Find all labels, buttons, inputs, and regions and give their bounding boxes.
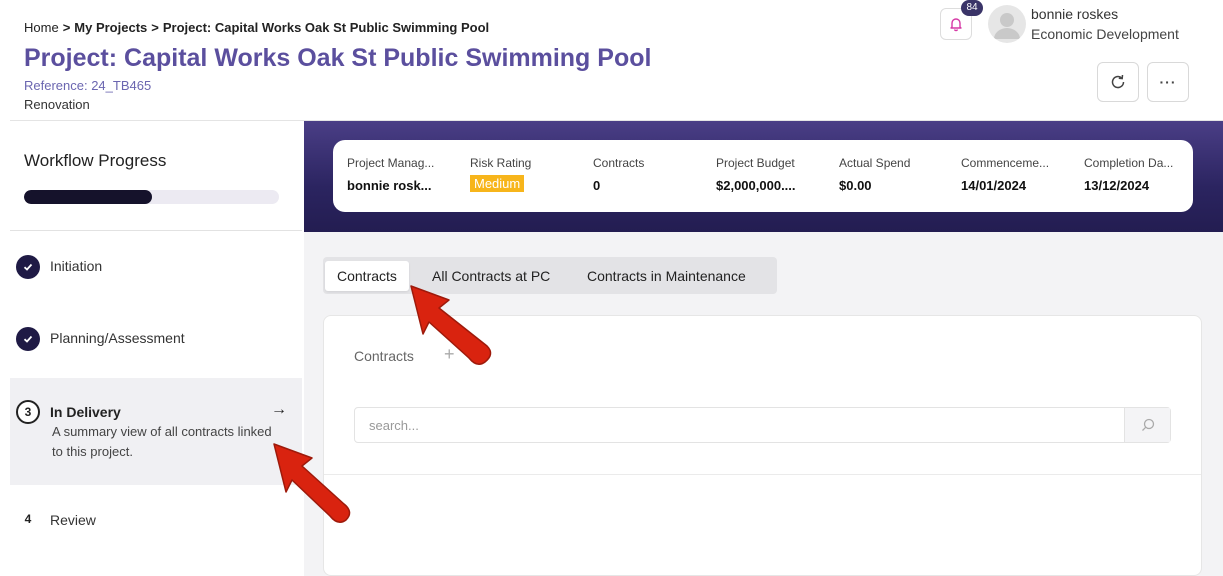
panel-divider <box>324 474 1201 475</box>
refresh-button[interactable] <box>1097 62 1139 102</box>
search-button[interactable] <box>1124 408 1170 442</box>
workflow-title: Workflow Progress <box>24 151 167 170</box>
project-type: Renovation <box>24 97 90 112</box>
workflow-progress-bar <box>24 190 279 204</box>
summary-risk-rating: Risk Rating Medium <box>470 156 582 192</box>
summary-actual-spend: Actual Spend $0.00 <box>839 156 951 193</box>
more-options-button[interactable]: ··· <box>1147 62 1189 102</box>
breadcrumb: Home > My Projects > Project: Capital Works … <box>24 20 489 35</box>
summary-label: Completion Da... <box>1084 156 1174 170</box>
summary-value: 0 <box>593 178 601 193</box>
summary-project-budget: Project Budget $2,000,000.... <box>716 156 828 193</box>
summary-value: bonnie rosk... <box>347 178 432 193</box>
step-number: 4 <box>16 507 40 531</box>
breadcrumb-my-projects[interactable]: My Projects <box>74 20 147 35</box>
summary-label: Actual Spend <box>839 156 911 170</box>
avatar[interactable] <box>988 5 1026 43</box>
step-number: 3 <box>16 400 40 424</box>
workflow-step-initiation[interactable]: Initiation <box>10 252 302 282</box>
step-label: Planning/Assessment <box>50 330 185 346</box>
summary-label: Project Budget <box>716 156 795 170</box>
search-icon <box>1141 418 1154 431</box>
project-summary-card: Project Manag... bonnie rosk... Risk Rat… <box>333 140 1193 212</box>
contracts-search <box>354 407 1171 443</box>
step-label: In Delivery <box>50 404 121 420</box>
check-icon <box>16 255 40 279</box>
add-contract-button[interactable]: + <box>444 344 455 365</box>
step-label: Initiation <box>50 258 103 274</box>
summary-contracts: Contracts 0 <box>593 156 705 193</box>
workflow-step-planning[interactable]: Planning/Assessment <box>10 324 302 354</box>
workflow-step-review[interactable]: 4 Review <box>10 506 302 534</box>
workflow-progress-fill <box>24 190 152 204</box>
check-icon <box>16 327 40 351</box>
more-horizontal-icon: ··· <box>1159 74 1177 90</box>
sidebar-divider <box>10 230 302 231</box>
notification-badge: 84 <box>961 0 983 16</box>
page-title: Project: Capital Works Oak St Public Swi… <box>24 44 652 72</box>
user-department: Economic Development <box>1031 26 1179 42</box>
summary-label: Commenceme... <box>961 156 1050 170</box>
summary-label: Contracts <box>593 156 645 170</box>
arrow-right-icon[interactable]: → <box>271 401 287 419</box>
summary-project-manager: Project Manag... bonnie rosk... <box>347 156 459 193</box>
bell-icon <box>950 18 962 32</box>
summary-value: 14/01/2024 <box>961 178 1027 193</box>
summary-value: $2,000,000.... <box>716 178 796 193</box>
user-avatar-icon <box>994 13 1020 39</box>
step-description: A summary view of all contracts linked t… <box>52 424 272 459</box>
contracts-panel <box>323 315 1202 576</box>
summary-label: Project Manag... <box>347 156 435 170</box>
summary-value: $0.00 <box>839 178 872 193</box>
breadcrumb-separator: > <box>151 20 159 35</box>
breadcrumb-home[interactable]: Home <box>24 20 59 35</box>
workflow-step-in-delivery[interactable]: 3 In Delivery → A summary view of all co… <box>10 378 302 485</box>
contracts-tabbar: Contracts All Contracts at PC Contracts … <box>323 257 777 294</box>
project-reference: Reference: 24_TB465 <box>24 78 152 93</box>
summary-commencement: Commenceme... 14/01/2024 <box>961 156 1073 193</box>
tab-all-contracts-at-pc[interactable]: All Contracts at PC <box>420 261 562 291</box>
user-name[interactable]: bonnie roskes <box>1031 6 1118 22</box>
summary-completion: Completion Da... 13/12/2024 <box>1084 156 1196 193</box>
breadcrumb-current: Project: Capital Works Oak St Public Swi… <box>162 20 490 35</box>
summary-label: Risk Rating <box>470 156 532 170</box>
search-input[interactable] <box>355 408 1125 442</box>
step-label: Review <box>50 512 96 528</box>
contracts-panel-title: Contracts <box>354 348 414 364</box>
refresh-icon <box>1111 74 1125 89</box>
summary-value: 13/12/2024 <box>1084 178 1150 193</box>
tab-contracts-in-maintenance[interactable]: Contracts in Maintenance <box>575 261 758 291</box>
tab-contracts[interactable]: Contracts <box>325 261 409 291</box>
breadcrumb-separator: > <box>62 20 71 35</box>
risk-badge: Medium <box>470 175 525 192</box>
